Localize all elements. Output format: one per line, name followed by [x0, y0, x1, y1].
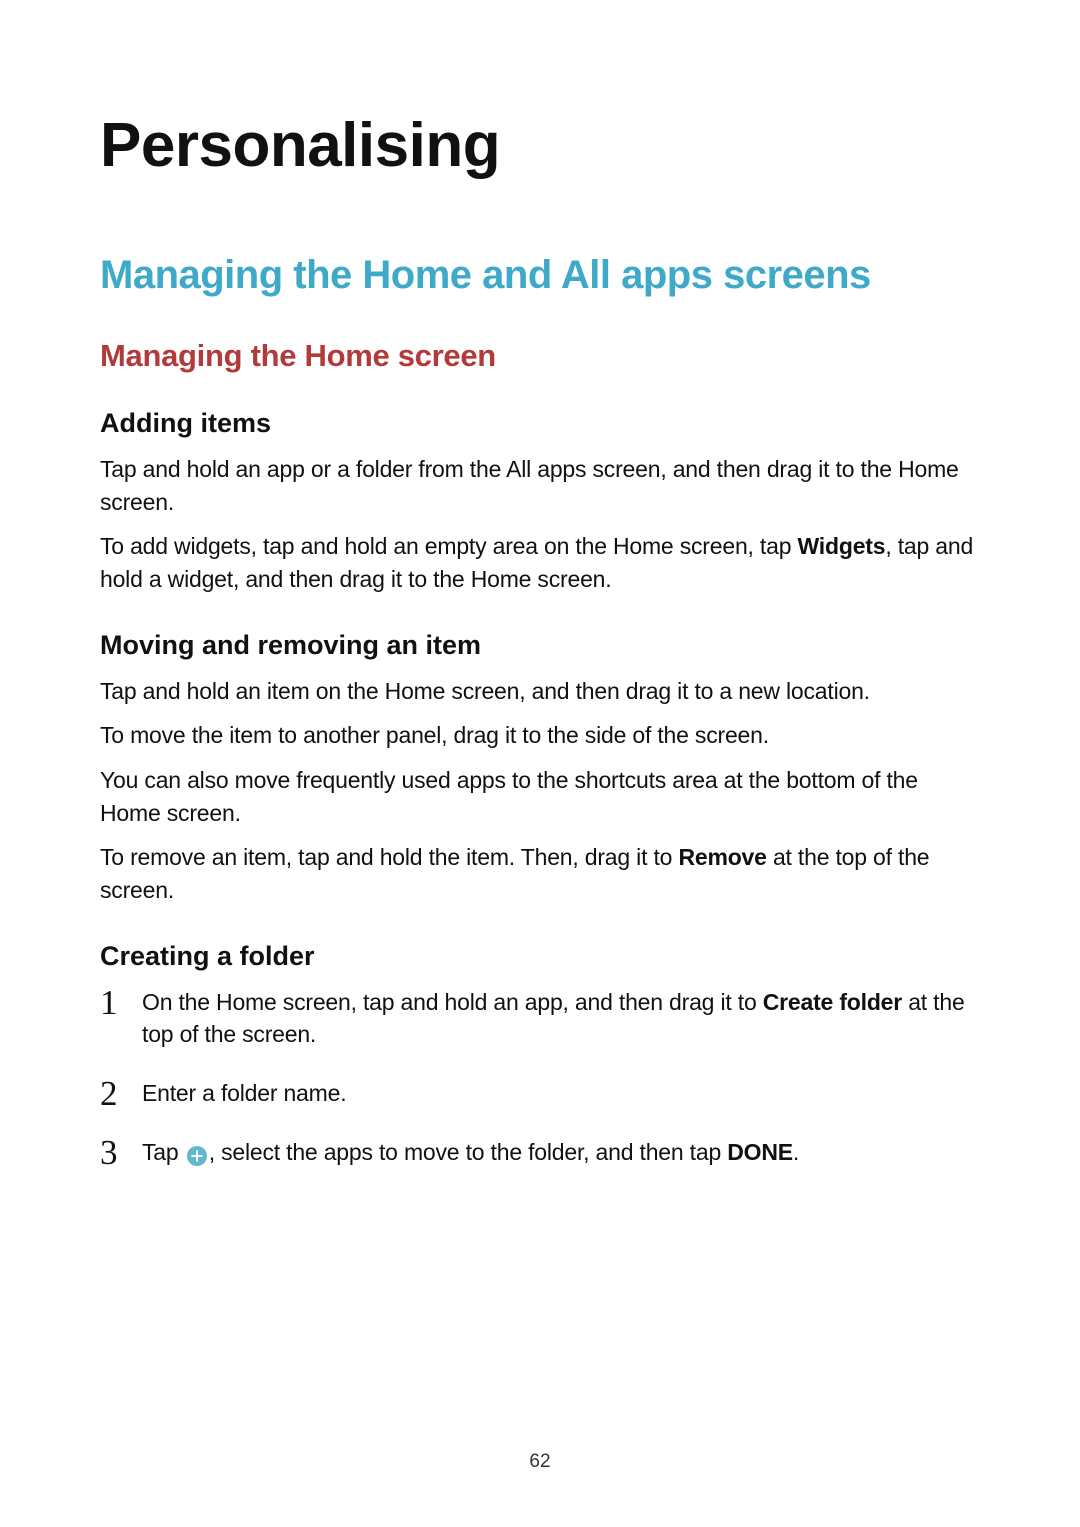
- creating-folder-block: Creating a folder On the Home screen, ta…: [100, 941, 980, 1169]
- widgets-label-bold: Widgets: [798, 533, 886, 559]
- step-1: On the Home screen, tap and hold an app,…: [100, 986, 980, 1051]
- creating-folder-steps: On the Home screen, tap and hold an app,…: [100, 986, 980, 1169]
- create-folder-label-bold: Create folder: [763, 989, 902, 1015]
- text: Tap: [142, 1139, 185, 1165]
- moving-p4: To remove an item, tap and hold the item…: [100, 841, 980, 906]
- moving-removing-heading: Moving and removing an item: [100, 630, 980, 661]
- moving-removing-block: Moving and removing an item Tap and hold…: [100, 630, 980, 907]
- step-2: Enter a folder name.: [100, 1077, 980, 1110]
- remove-label-bold: Remove: [678, 844, 766, 870]
- text: On the Home screen, tap and hold an app,…: [142, 989, 763, 1015]
- moving-p3: You can also move frequently used apps t…: [100, 764, 980, 829]
- text: , select the apps to move to the folder,…: [209, 1139, 728, 1165]
- adding-items-p1: Tap and hold an app or a folder from the…: [100, 453, 980, 518]
- page-content: Personalising Managing the Home and All …: [0, 0, 1080, 1168]
- moving-p1: Tap and hold an item on the Home screen,…: [100, 675, 980, 708]
- page-number: 62: [0, 1451, 1080, 1473]
- plus-circle-icon: [187, 1146, 207, 1166]
- text: To add widgets, tap and hold an empty ar…: [100, 533, 798, 559]
- chapter-title: Personalising: [100, 110, 980, 181]
- adding-items-heading: Adding items: [100, 408, 980, 439]
- step-3: Tap , select the apps to move to the fol…: [100, 1136, 980, 1169]
- section-title: Managing the Home and All apps screens: [100, 253, 980, 298]
- done-label-bold: DONE: [727, 1139, 793, 1165]
- adding-items-block: Adding items Tap and hold an app or a fo…: [100, 408, 980, 596]
- text: To remove an item, tap and hold the item…: [100, 844, 678, 870]
- subsection-title: Managing the Home screen: [100, 338, 980, 374]
- adding-items-p2: To add widgets, tap and hold an empty ar…: [100, 530, 980, 595]
- creating-folder-heading: Creating a folder: [100, 941, 980, 972]
- moving-p2: To move the item to another panel, drag …: [100, 719, 980, 752]
- text: .: [793, 1139, 799, 1165]
